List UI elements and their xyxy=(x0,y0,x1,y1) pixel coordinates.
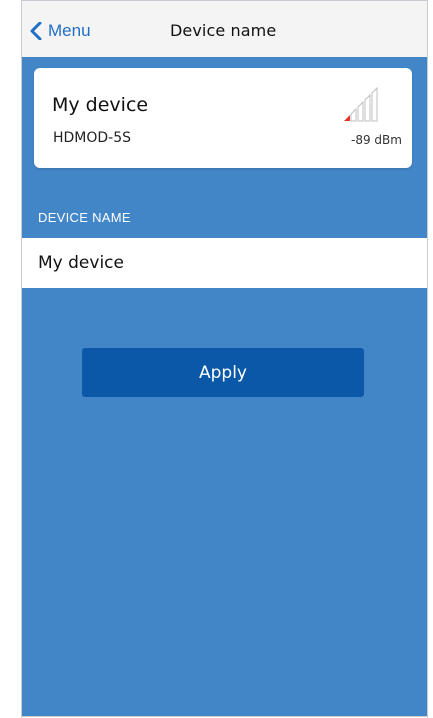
apply-button-label: Apply xyxy=(199,362,247,383)
signal-bar xyxy=(371,86,378,122)
signal-bar xyxy=(344,115,350,121)
device-card: My device HDMOD-5S -89 dBm xyxy=(34,68,412,168)
app-window: Menu Device name My device HDMOD-5S -89 … xyxy=(0,0,433,718)
device-name-section-label: DEVICE NAME xyxy=(38,210,131,225)
device-card-name: My device xyxy=(52,94,149,116)
header-bar: Menu Device name xyxy=(22,1,427,57)
back-button[interactable]: Menu xyxy=(30,18,91,44)
frame-border-right xyxy=(427,0,428,718)
device-name-input[interactable] xyxy=(38,238,418,288)
signal-strength-icon xyxy=(344,86,378,122)
signal-bar xyxy=(357,100,364,122)
device-card-model: HDMOD-5S xyxy=(53,130,132,146)
device-name-field-row xyxy=(22,238,427,288)
signal-bar xyxy=(350,107,357,122)
signal-bar xyxy=(364,93,371,122)
page-title: Device name xyxy=(170,21,277,40)
frame-border-bottom xyxy=(21,716,428,717)
signal-strength-value: -89 dBm xyxy=(351,133,402,147)
back-button-label: Menu xyxy=(48,21,91,40)
apply-button[interactable]: Apply xyxy=(82,348,364,397)
chevron-left-icon xyxy=(30,22,42,40)
